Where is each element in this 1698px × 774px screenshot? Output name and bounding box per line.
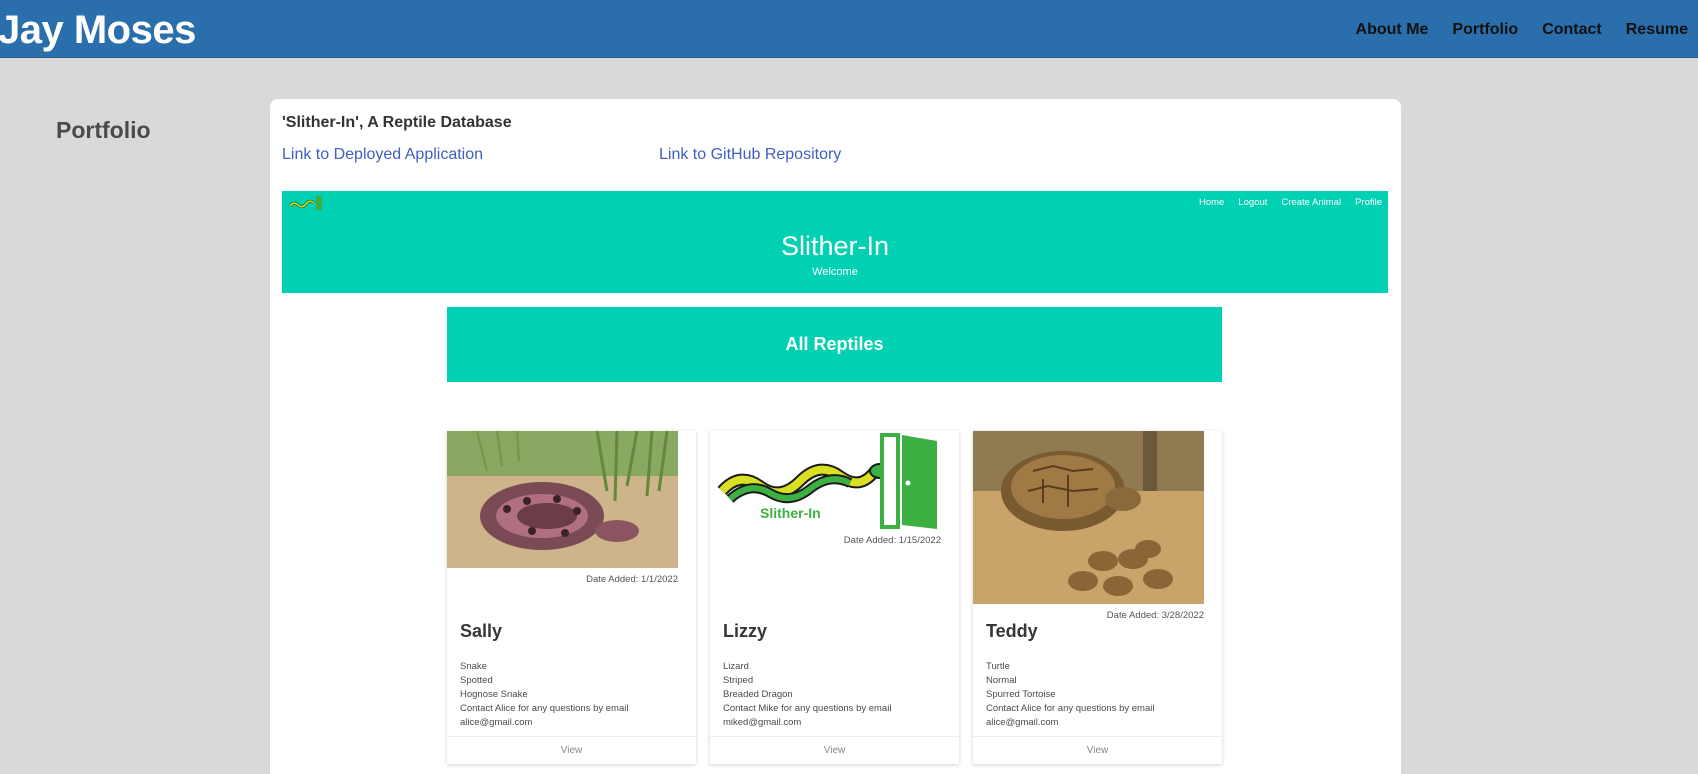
app-title: Slither-In — [780, 231, 890, 261]
logo-text: Slither-In — [760, 505, 821, 521]
app-nav-logout[interactable]: Logout — [1238, 197, 1267, 208]
reptile-details: Turtle Normal Spurred Tortoise Contact A… — [986, 660, 1154, 730]
view-button[interactable]: View — [710, 736, 959, 764]
reptile-pattern: Striped — [723, 675, 754, 686]
project-card: 'Slither-In', A Reptile Database Link to… — [270, 99, 1401, 774]
nav-resume[interactable]: Resume — [1626, 20, 1688, 40]
app-nav-profile[interactable]: Profile — [1355, 197, 1382, 208]
app-subtitle: Welcome — [812, 266, 858, 278]
github-repo-link[interactable]: Link to GitHub Repository — [659, 146, 841, 164]
reptile-email: alice@gmail.com — [460, 717, 533, 728]
app-header: Home Logout Create Animal Profile Slithe… — [282, 191, 1388, 293]
app-screenshot: Home Logout Create Animal Profile Slithe… — [282, 191, 1388, 774]
reptile-card-lizzy: Slither-In Date Added: 1/15/2022 Lizzy L… — [710, 431, 959, 764]
reptile-pattern: Normal — [986, 675, 1017, 686]
reptile-type: Snake — [460, 661, 487, 672]
reptile-type: Turtle — [986, 661, 1010, 672]
deployed-app-link[interactable]: Link to Deployed Application — [282, 146, 483, 164]
site-title: Jay Moses — [0, 8, 196, 52]
all-reptiles-label: All Reptiles — [785, 334, 884, 354]
reptile-name: Lizzy — [723, 621, 768, 641]
view-button[interactable]: View — [447, 736, 696, 764]
slither-in-logo-image — [710, 431, 941, 531]
reptile-card-teddy: Date Added: 3/28/2022 Teddy Turtle Norma… — [973, 431, 1222, 764]
reptile-species: Spurred Tortoise — [986, 689, 1056, 700]
reptile-email: alice@gmail.com — [986, 717, 1059, 728]
app-nav-create-animal[interactable]: Create Animal — [1281, 197, 1341, 208]
reptile-details: Snake Spotted Hognose Snake Contact Alic… — [460, 660, 628, 730]
nav-about-me[interactable]: About Me — [1356, 20, 1429, 40]
site-header: Jay Moses About Me Portfolio Contact Res… — [0, 0, 1698, 58]
date-added: Date Added: 1/1/2022 — [586, 574, 678, 585]
project-title: 'Slither-In', A Reptile Database — [282, 114, 512, 131]
reptile-name: Sally — [460, 621, 503, 641]
app-logo-icon — [288, 196, 322, 210]
site-nav: About Me Portfolio Contact Resume — [1356, 20, 1698, 40]
section-heading: Portfolio — [56, 117, 151, 143]
reptile-species: Breaded Dragon — [723, 689, 793, 700]
app-nav-home[interactable]: Home — [1199, 197, 1224, 208]
reptile-card-sally: Date Added: 1/1/2022 Sally Snake Spotted… — [447, 431, 696, 764]
reptile-type: Lizard — [723, 661, 749, 672]
view-button[interactable]: View — [973, 736, 1222, 764]
app-nav: Home Logout Create Animal Profile — [1185, 197, 1382, 208]
reptile-details: Lizard Striped Breaded Dragon Contact Mi… — [723, 660, 891, 730]
reptile-pattern: Spotted — [460, 675, 493, 686]
all-reptiles-banner: All Reptiles — [447, 307, 1222, 382]
date-added: Date Added: 1/15/2022 — [843, 535, 941, 546]
tortoise-photo — [973, 431, 1204, 604]
snake-photo — [447, 431, 678, 568]
reptile-email: miked@gmail.com — [723, 717, 802, 728]
nav-contact[interactable]: Contact — [1542, 20, 1602, 40]
nav-portfolio[interactable]: Portfolio — [1452, 20, 1518, 40]
reptile-contact: Contact Mike for any questions by email — [723, 703, 892, 714]
reptile-name: Teddy — [986, 621, 1038, 641]
reptile-species: Hognose Snake — [460, 689, 528, 700]
date-added: Date Added: 3/28/2022 — [1106, 610, 1204, 621]
reptile-contact: Contact Alice for any questions by email — [460, 703, 629, 714]
reptile-contact: Contact Alice for any questions by email — [986, 703, 1155, 714]
